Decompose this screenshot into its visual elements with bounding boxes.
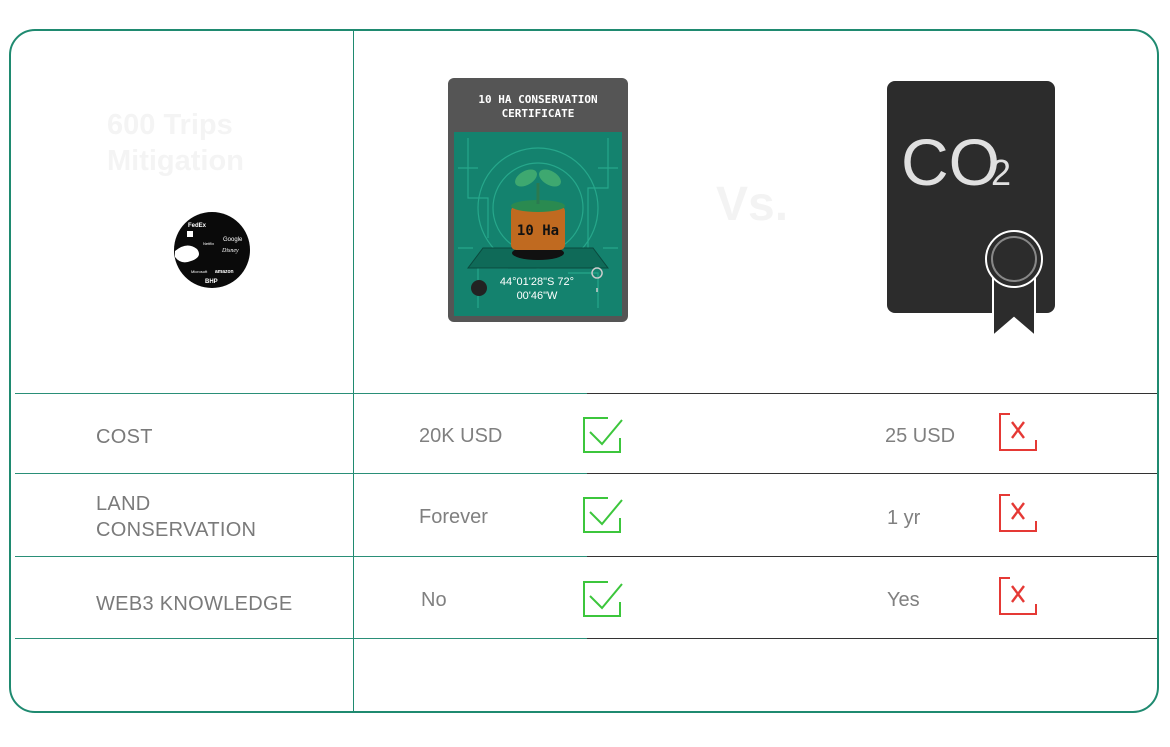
google-logo: Google — [223, 237, 243, 243]
row-label-web3: WEB3 KNOWLEDGE — [96, 593, 293, 615]
row-label-line: LAND — [96, 493, 151, 515]
column-divider — [353, 31, 354, 711]
amazon-logo: amazon — [215, 269, 234, 275]
row-divider — [15, 393, 587, 394]
right-value-cost: 25 USD — [885, 425, 956, 447]
row-divider — [587, 556, 1157, 557]
certificate-coords-line2: 00'46"W — [517, 290, 558, 302]
x-icon — [999, 413, 1037, 451]
disney-logo: Disney — [221, 248, 239, 254]
left-value-cost: 20K USD — [419, 425, 503, 447]
certificate-title-line2: CERTIFICATE — [502, 107, 575, 120]
certificate-coords-line1: 44°01'28"S 72° — [500, 276, 574, 288]
comparison-card: 600 Trips Mitigation FedEx Netflix Googl… — [9, 29, 1159, 713]
versus-label: Vs. — [716, 178, 789, 231]
row-divider — [15, 638, 587, 639]
check-icon — [583, 497, 623, 533]
netflix-logo: Netflix — [203, 241, 214, 246]
company-logos-circle: FedEx Netflix Google Disney Microsoft am… — [174, 212, 250, 288]
fedex-logo: FedEx — [188, 223, 207, 229]
right-value-land: 1 yr — [887, 507, 921, 529]
row-label-land-conservation: LAND CONSERVATION — [96, 491, 256, 543]
x-icon — [999, 494, 1037, 532]
co2-certificate-icon: CO 2 — [887, 81, 1055, 339]
page-title: 600 Trips Mitigation — [107, 109, 244, 177]
bhp-logo: BHP — [205, 279, 218, 285]
row-divider — [587, 638, 1157, 639]
row-divider — [587, 473, 1157, 474]
right-value-web3: Yes — [887, 589, 920, 611]
row-label-cost: COST — [96, 426, 153, 448]
check-icon — [583, 581, 623, 617]
row-divider — [15, 556, 587, 557]
row-label-line: CONSERVATION — [96, 519, 257, 541]
row-divider — [587, 393, 1157, 394]
microsoft-logo: Microsoft — [191, 269, 208, 274]
certificate-title-line1: 10 HA CONSERVATION — [478, 93, 597, 106]
row-divider — [15, 473, 587, 474]
check-icon — [583, 417, 623, 453]
conservation-certificate-image: 10 Ha 10 HA CONSERVATION CERTIFICATE 44°… — [448, 78, 628, 322]
x-icon — [999, 577, 1037, 615]
left-value-land: Forever — [419, 506, 488, 528]
left-value-web3: No — [421, 589, 447, 611]
co2-subscript: 2 — [991, 152, 1011, 193]
co2-symbol: CO — [901, 125, 1000, 199]
certificate-area-label: 10 Ha — [517, 223, 559, 239]
